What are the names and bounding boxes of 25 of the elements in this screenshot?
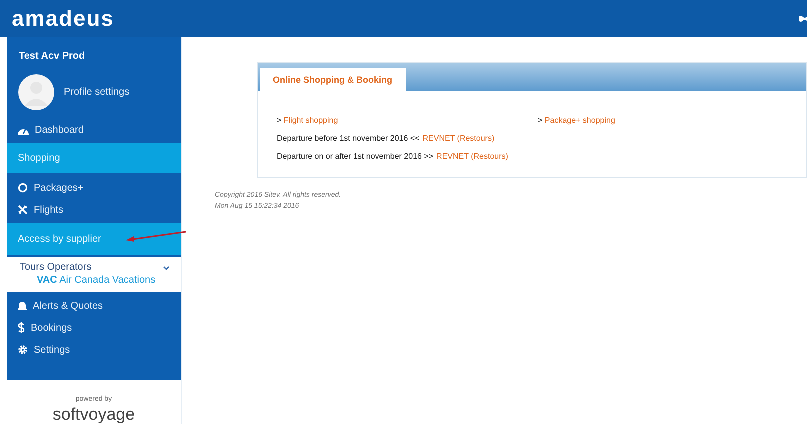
departure-text: Departure on or after 1st november 2016 >> xyxy=(277,151,434,163)
revnet-link[interactable]: REVNET (Restours) xyxy=(436,151,508,163)
menu-item[interactable]: Bookings xyxy=(31,320,72,336)
shopping-link[interactable]: > Flight shopping xyxy=(277,115,538,127)
menu-item[interactable]: Dashboard xyxy=(35,122,84,138)
revnet-link[interactable]: REVNET (Restours) xyxy=(422,133,495,145)
menu-group[interactable]: Tours Operators xyxy=(7,261,181,275)
brand-logo: softvoyage xyxy=(52,406,136,424)
annotation-arrow xyxy=(125,231,187,243)
menu-item[interactable]: Flights xyxy=(34,202,64,218)
departure-text: Departure before 1st november 2016 << xyxy=(277,133,420,145)
panel-tab[interactable]: Online Shopping & Booking xyxy=(260,68,406,92)
avatar xyxy=(18,74,55,111)
circle-icon xyxy=(18,183,28,193)
menu-item[interactable]: Alerts & Quotes xyxy=(33,298,104,314)
shopping-link[interactable]: > Package+ shopping xyxy=(538,115,616,127)
logo[interactable]: amadeus xyxy=(12,2,114,35)
user-name: Test Acv Prod xyxy=(18,50,86,64)
bell-icon xyxy=(18,301,27,311)
submenu-item[interactable]: VAC Air Canada Vacations xyxy=(7,275,181,287)
dollar-icon xyxy=(18,322,25,334)
gear-icon xyxy=(18,345,28,355)
profile-link[interactable]: Profile settings xyxy=(64,85,130,100)
menu-item[interactable]: Settings xyxy=(34,342,70,358)
menu-item[interactable]: Packages+ xyxy=(34,180,84,196)
